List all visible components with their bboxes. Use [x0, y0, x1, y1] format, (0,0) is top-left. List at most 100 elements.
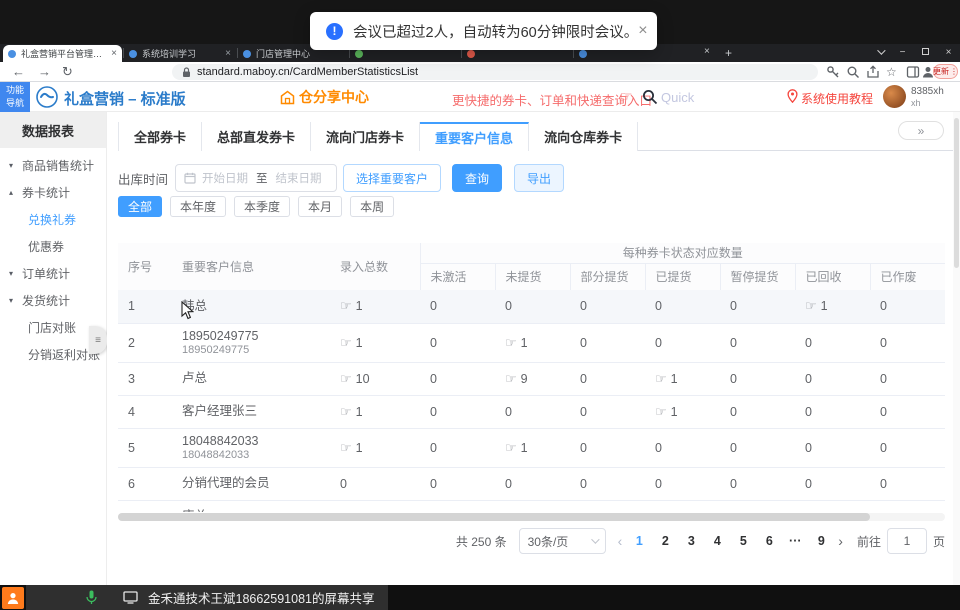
nav-toggle-button[interactable]: 功能导航: [0, 82, 30, 112]
status-count-cell[interactable]: ☞9: [495, 362, 570, 395]
page-number-button[interactable]: 5: [733, 534, 753, 548]
chevron-down-icon[interactable]: ▾: [9, 296, 22, 305]
sidebar-item[interactable]: ▴券卡统计: [0, 179, 106, 206]
quick-filter-button[interactable]: 本周: [350, 196, 394, 217]
tutorial-link[interactable]: 系统使用教程: [801, 90, 873, 107]
end-date-placeholder[interactable]: 结束日期: [276, 170, 322, 186]
table-row[interactable]: 4客户经理张三☞1000☞1000: [118, 395, 945, 428]
table-row[interactable]: 1韩总☞100000☞10: [118, 290, 945, 323]
sidebar-item[interactable]: 兑换礼券: [0, 206, 106, 233]
window-close-icon[interactable]: ×: [937, 44, 960, 62]
page-number-button[interactable]: 4: [707, 534, 727, 548]
status-count-cell[interactable]: ☞1: [330, 323, 420, 362]
status-count-cell[interactable]: ☞1: [330, 395, 420, 428]
customer-cell[interactable]: 分销代理的会员: [172, 467, 330, 500]
customer-cell[interactable]: 卢总: [172, 362, 330, 395]
status-count-cell[interactable]: ☞1: [645, 395, 720, 428]
status-count-cell[interactable]: ☞1: [495, 428, 570, 467]
customer-cell[interactable]: 1895024977518950249775: [172, 323, 330, 362]
status-count-cell[interactable]: ☞20: [330, 500, 420, 512]
browser-scrollbar[interactable]: [953, 112, 960, 585]
tab-全部券卡[interactable]: 全部券卡: [118, 122, 202, 151]
start-date-placeholder[interactable]: 开始日期: [202, 170, 248, 186]
prev-page-button[interactable]: ‹: [618, 533, 623, 549]
status-count-cell[interactable]: ☞1: [795, 290, 870, 323]
horizontal-scrollbar-thumb[interactable]: [118, 513, 870, 521]
browser-tab[interactable]: 礼盒营销平台管理中心×: [3, 45, 122, 62]
password-key-icon[interactable]: [826, 65, 840, 79]
new-tab-button[interactable]: +: [725, 46, 732, 60]
browser-tab[interactable]: 系统培训学习×: [124, 45, 236, 62]
panel-collapse-button[interactable]: »: [898, 121, 944, 140]
user-avatar[interactable]: [883, 85, 906, 108]
share-center-link[interactable]: 仓分享中心: [280, 87, 369, 107]
window-maximize-icon[interactable]: [914, 44, 937, 62]
chevron-down-icon[interactable]: ▾: [9, 161, 22, 170]
tab-总部直发券卡[interactable]: 总部直发券卡: [202, 122, 311, 151]
status-count-cell[interactable]: ☞1: [645, 500, 720, 512]
table-row[interactable]: 7唐总☞20☞18☞10☞1000: [118, 500, 945, 512]
side-panel-icon[interactable]: [906, 65, 920, 79]
quick-label[interactable]: Quick: [661, 90, 694, 105]
status-count-cell[interactable]: ☞1: [330, 428, 420, 467]
quick-filter-button[interactable]: 本年度: [170, 196, 226, 217]
horizontal-scrollbar[interactable]: [118, 513, 945, 521]
microphone-icon[interactable]: [86, 590, 97, 605]
search-button[interactable]: 查询: [452, 164, 502, 192]
table-row[interactable]: 6分销代理的会员00000000: [118, 467, 945, 500]
page-number-button[interactable]: 6: [759, 534, 779, 548]
page-number-button[interactable]: 1: [629, 534, 649, 548]
tab-close-icon[interactable]: ×: [225, 48, 231, 59]
zoom-icon[interactable]: [846, 65, 860, 79]
export-button[interactable]: 导出: [514, 164, 564, 192]
more-menu-icon[interactable]: ⋮: [950, 67, 958, 76]
goto-page-input[interactable]: [887, 528, 927, 554]
status-count-cell[interactable]: ☞10: [330, 362, 420, 395]
date-range-input[interactable]: 开始日期 至 结束日期: [175, 164, 337, 192]
window-minimize-icon[interactable]: −: [891, 44, 914, 62]
tab-重要客户信息[interactable]: 重要客户信息: [420, 122, 529, 151]
page-size-select[interactable]: 30条/页: [519, 528, 606, 554]
bookmark-star-icon[interactable]: ☆: [886, 62, 897, 82]
share-icon[interactable]: [866, 65, 880, 79]
sidebar-item[interactable]: ▾发货统计: [0, 287, 106, 314]
close-tab-icon[interactable]: ×: [704, 46, 710, 57]
status-count-cell[interactable]: ☞18: [420, 500, 495, 512]
customer-cell[interactable]: 客户经理张三: [172, 395, 330, 428]
screen-share-icon[interactable]: [123, 591, 138, 604]
reload-icon[interactable]: ↻: [62, 62, 73, 82]
back-icon[interactable]: ←: [12, 62, 25, 82]
tab-close-icon[interactable]: ×: [111, 48, 117, 59]
quick-search-icon[interactable]: [642, 89, 658, 105]
page-number-button[interactable]: 9: [811, 534, 831, 548]
tab-流向门店券卡[interactable]: 流向门店券卡: [311, 122, 420, 151]
sidebar-item[interactable]: ▾订单统计: [0, 260, 106, 287]
table-row[interactable]: 3卢总☞100☞90☞1000: [118, 362, 945, 395]
browser-scrollbar-thumb[interactable]: [954, 118, 959, 268]
table-row[interactable]: 21895024977518950249775☞10☞100000: [118, 323, 945, 362]
sidebar-item[interactable]: 优惠券: [0, 233, 106, 260]
sidebar-item[interactable]: ▾商品销售统计: [0, 152, 106, 179]
chevron-up-icon[interactable]: ▴: [9, 188, 22, 197]
address-bar[interactable]: standard.maboy.cn/CardMemberStatisticsLi…: [172, 64, 818, 80]
table-row[interactable]: 51804884203318048842033☞10☞100000: [118, 428, 945, 467]
tab-流向仓库券卡[interactable]: 流向仓库券卡: [529, 122, 638, 151]
page-number-button[interactable]: 2: [655, 534, 675, 548]
customer-cell[interactable]: 1804884203318048842033: [172, 428, 330, 467]
customer-cell[interactable]: 唐总: [172, 500, 330, 512]
quick-filter-button[interactable]: 本月: [298, 196, 342, 217]
status-count-cell[interactable]: ☞1: [495, 323, 570, 362]
status-count-cell[interactable]: ☞1: [645, 362, 720, 395]
status-count-cell[interactable]: ☞1: [495, 500, 570, 512]
status-count-cell[interactable]: ☞1: [330, 290, 420, 323]
customer-cell[interactable]: 韩总: [172, 290, 330, 323]
chevron-down-icon[interactable]: ▾: [9, 269, 22, 278]
browser-update-button[interactable]: 更新 ⋮: [933, 64, 958, 79]
window-menu-chevron-icon[interactable]: [868, 44, 891, 62]
page-number-button[interactable]: 3: [681, 534, 701, 548]
next-page-button[interactable]: ›: [838, 533, 843, 549]
forward-icon[interactable]: →: [38, 62, 51, 82]
quick-filter-button[interactable]: 全部: [118, 196, 162, 217]
quick-filter-button[interactable]: 本季度: [234, 196, 290, 217]
toast-close-icon[interactable]: ×: [638, 23, 647, 39]
